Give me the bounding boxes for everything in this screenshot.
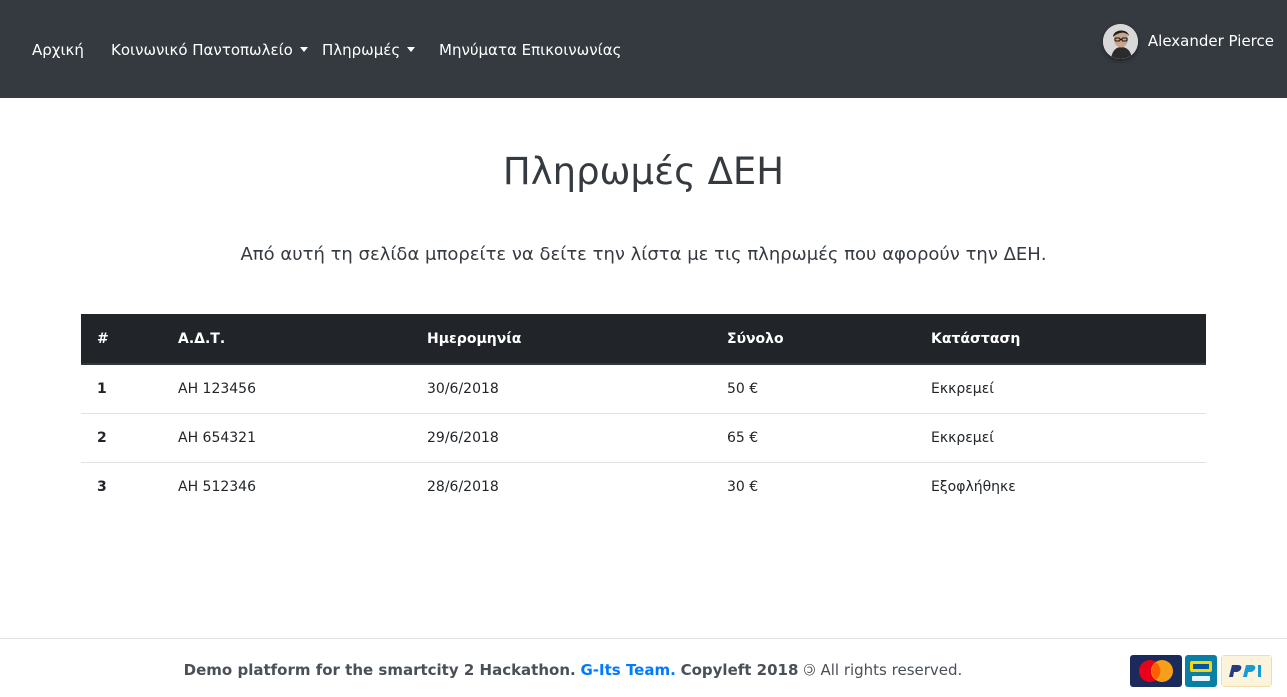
nav-item-payments[interactable]: Πληρωμές: [322, 39, 416, 61]
row-number: 3: [97, 478, 107, 495]
nav-item-label: Μηνύματα Επικοινωνίας: [439, 41, 622, 59]
column-header-adt: Α.Δ.Τ.: [162, 314, 411, 365]
row-date: 28/6/2018: [427, 478, 499, 495]
row-total: 50 €: [711, 364, 915, 414]
row-number: 2: [81, 413, 162, 463]
user-menu[interactable]: Alexander Pierce: [1102, 23, 1274, 59]
row-total: 65 €: [711, 413, 915, 463]
user-avatar-icon: [1102, 23, 1138, 59]
row-total: 30 €: [727, 478, 759, 495]
payments-table: # Α.Δ.Τ. Ημερομηνία Σύνολο Κατάσταση 1 Α…: [81, 314, 1206, 511]
team-link[interactable]: G-Its Team.: [581, 661, 676, 679]
footer-copyleft: Copyleft 2018: [680, 661, 799, 679]
row-date: 30/6/2018: [411, 364, 711, 414]
top-navbar: Αρχική Κοινωνικό Παντοπωλείο Πληρωμές Μη…: [0, 0, 1287, 98]
avatar: [1102, 23, 1138, 59]
row-adt: ΑΗ 512346: [178, 478, 256, 495]
ikea-pay-icon: [1185, 655, 1217, 687]
chevron-down-icon: [407, 47, 416, 52]
column-header-date: Ημερομηνία: [411, 314, 711, 365]
nav-item-label: Κοινωνικό Παντοπωλείο: [111, 41, 293, 59]
table-row: 2 ΑΗ 654321 29/6/2018 65 € Εκκρεμεί: [81, 413, 1206, 463]
nav-item-label: Αρχική: [32, 41, 84, 59]
row-number: 1: [81, 364, 162, 414]
footer-text: Demo platform for the smartcity 2 Hackat…: [0, 659, 1146, 680]
nav-item-messages[interactable]: Μηνύματα Επικοινωνίας: [439, 39, 621, 61]
chevron-down-icon: [299, 47, 308, 52]
footer-rights: All rights reserved.: [820, 661, 963, 679]
table-row: 3 ΑΗ 512346 28/6/2018 30 € Εξοφλήθηκε: [81, 462, 1206, 511]
page-title: Πληρωμές ΔΕΗ: [502, 150, 785, 193]
footer-platform-text: Demo platform for the smartcity 2 Hackat…: [183, 661, 576, 679]
page-lead: Από αυτή τη σελίδα μπορείτε να δείτε την…: [240, 244, 1047, 265]
nav-item-home[interactable]: Αρχική: [32, 39, 84, 61]
nav-item-label: Πληρωμές: [322, 41, 401, 59]
column-header-status: Κατάσταση: [915, 314, 1206, 365]
table-header-row: # Α.Δ.Τ. Ημερομηνία Σύνολο Κατάσταση: [81, 314, 1206, 365]
row-status: Εκκρεμεί: [915, 364, 1206, 414]
mastercard-icon: [1130, 655, 1182, 687]
row-status: Εκκρεμεί: [915, 413, 1206, 463]
copyleft-icon: 🄯: [803, 661, 816, 679]
row-adt: ΑΗ 123456: [162, 364, 411, 414]
row-adt: ΑΗ 654321: [162, 413, 411, 463]
column-header-number: #: [81, 314, 162, 365]
row-status: Εξοφλήθηκε: [931, 478, 1016, 495]
user-name: Alexander Pierce: [1147, 32, 1274, 50]
page-footer: Demo platform for the smartcity 2 Hackat…: [0, 638, 1287, 697]
table-row: 1 ΑΗ 123456 30/6/2018 50 € Εκκρεμεί: [81, 364, 1206, 414]
nav-item-social-grocery[interactable]: Κοινωνικό Παντοπωλείο: [111, 39, 308, 61]
paypal-icon: [1221, 655, 1272, 687]
column-header-total: Σύνολο: [711, 314, 915, 365]
row-date: 29/6/2018: [411, 413, 711, 463]
